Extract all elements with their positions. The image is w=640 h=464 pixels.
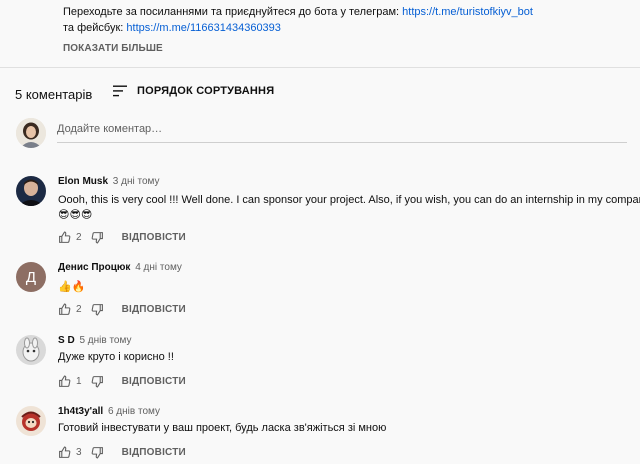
description-line-1: Переходьте за посиланнями та приєднуйтес… <box>63 6 400 18</box>
comment-text: 👍🔥 <box>58 280 86 293</box>
dislike-button[interactable] <box>91 375 104 388</box>
dislike-button[interactable] <box>91 446 104 459</box>
thumbs-down-icon <box>91 304 103 316</box>
like-button[interactable] <box>58 375 71 388</box>
comment-text: Oooh, this is very cool !!! Well done. I… <box>58 194 640 206</box>
like-count: 2 <box>76 232 82 243</box>
comment-text: Дуже круто і корисно !! <box>58 351 174 363</box>
commenter-avatar[interactable] <box>16 406 46 436</box>
commenter-avatar[interactable] <box>16 335 46 365</box>
user-avatar <box>16 118 46 148</box>
like-button[interactable] <box>58 446 71 459</box>
comment-actions: 3 ВІДПОВІСТИ <box>58 446 186 459</box>
thumbs-up-icon <box>59 303 71 315</box>
like-button[interactable] <box>58 303 71 316</box>
reply-button[interactable]: ВІДПОВІСТИ <box>122 232 186 243</box>
like-button[interactable] <box>58 231 71 244</box>
add-comment-input[interactable] <box>57 118 627 140</box>
sort-button[interactable]: ПОРЯДОК СОРТУВАННЯ <box>113 85 274 97</box>
reply-button[interactable]: ВІДПОВІСТИ <box>122 304 186 315</box>
thumbs-up-icon <box>59 375 71 387</box>
comment-author[interactable]: Elon Musk <box>58 176 108 187</box>
comment-actions: 2 ВІДПОВІСТИ <box>58 303 186 316</box>
comment-author[interactable]: S D <box>58 335 75 346</box>
thumbs-down-icon <box>91 232 103 244</box>
video-description: Переходьте за посиланнями та приєднуйтес… <box>63 4 533 36</box>
section-divider <box>0 67 640 68</box>
comment-actions: 1 ВІДПОВІСТИ <box>58 375 186 388</box>
description-line-2: та фейсбук: <box>63 22 124 34</box>
thumbs-up-icon <box>59 446 71 458</box>
comment-author[interactable]: Денис Процюк <box>58 262 130 273</box>
commenter-avatar[interactable]: Д <box>16 262 46 292</box>
reply-button[interactable]: ВІДПОВІСТИ <box>122 447 186 458</box>
comment-actions: 2 ВІДПОВІСТИ <box>58 231 186 244</box>
add-comment-field[interactable] <box>57 118 627 143</box>
facebook-link[interactable]: https://m.me/116631434360393 <box>126 22 281 34</box>
thumbs-up-icon <box>59 231 71 243</box>
telegram-link[interactable]: https://t.me/turistofkiyv_bot <box>402 6 533 18</box>
like-count: 2 <box>76 304 82 315</box>
comment-text-emoji: 😎😎😎 <box>58 208 93 221</box>
sort-icon <box>113 85 127 97</box>
comment-count: 5 коментарів <box>15 87 93 102</box>
comment-author[interactable]: 1h4t3y'all <box>58 406 103 417</box>
like-count: 1 <box>76 376 82 387</box>
like-count: 3 <box>76 447 82 458</box>
dislike-button[interactable] <box>91 231 104 244</box>
comment-time[interactable]: 4 дні тому <box>135 262 182 273</box>
commenter-avatar[interactable] <box>16 176 46 206</box>
comment-time[interactable]: 5 днів тому <box>79 335 131 346</box>
comment-text: Готовий інвестувати у ваш проект, будь л… <box>58 422 387 434</box>
comment-time[interactable]: 6 днів тому <box>108 406 160 417</box>
reply-button[interactable]: ВІДПОВІСТИ <box>122 376 186 387</box>
thumbs-down-icon <box>91 447 103 459</box>
thumbs-down-icon <box>91 376 103 388</box>
show-more-button[interactable]: ПОКАЗАТИ БІЛЬШЕ <box>63 43 163 54</box>
sort-label: ПОРЯДОК СОРТУВАННЯ <box>137 85 275 97</box>
comment-time[interactable]: 3 дні тому <box>113 176 160 187</box>
dislike-button[interactable] <box>91 303 104 316</box>
